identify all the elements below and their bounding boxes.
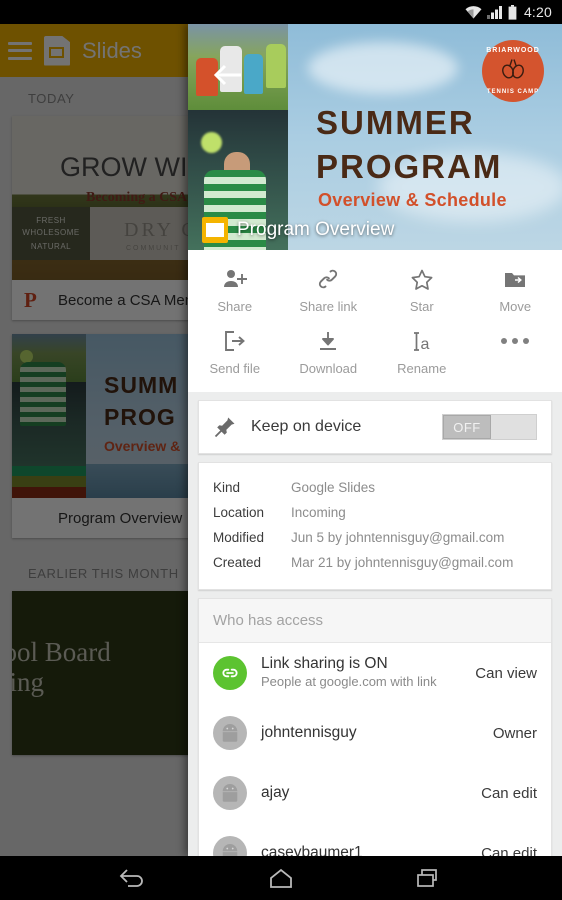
keep-on-device-label: Keep on device bbox=[251, 418, 362, 435]
action-label: Move bbox=[499, 299, 532, 314]
folder-move-icon bbox=[503, 266, 527, 292]
nav-back-icon[interactable] bbox=[110, 860, 156, 896]
nav-recents-icon[interactable] bbox=[406, 860, 452, 896]
star-button[interactable]: Star bbox=[375, 260, 469, 322]
avatar bbox=[213, 776, 247, 810]
pin-icon bbox=[213, 415, 243, 439]
navigation-bar bbox=[0, 856, 562, 900]
status-bar: 4:20 bbox=[0, 0, 562, 24]
detail-value: Google Slides bbox=[291, 480, 376, 495]
access-row-link-sharing[interactable]: Link sharing is ON People at google.com … bbox=[199, 643, 551, 703]
detail-key: Kind bbox=[213, 480, 241, 495]
action-label: Share link bbox=[299, 299, 358, 314]
access-role: Can edit bbox=[481, 844, 537, 857]
more-options-button[interactable] bbox=[469, 322, 562, 384]
crossed-rackets-icon bbox=[499, 58, 527, 85]
clock: 4:20 bbox=[523, 4, 552, 20]
file-preview-hero: BRIARWOOD TENNIS CAMP SUMMER PROGRAM Ove… bbox=[188, 24, 562, 250]
battery-icon bbox=[508, 4, 517, 20]
detail-key: Location bbox=[213, 505, 265, 520]
screen: Slides TODAY GROW WITH Becoming a CSA Me… bbox=[0, 0, 562, 900]
detail-row-modified: Modified Jun 5 by johntennisguy@gmail.co… bbox=[213, 525, 537, 550]
download-button[interactable]: Download bbox=[282, 322, 376, 384]
overflow-dots-icon bbox=[501, 328, 530, 354]
file-title-bar: Program Overview bbox=[188, 210, 562, 250]
send-file-button[interactable]: Send file bbox=[188, 322, 282, 384]
link-icon bbox=[316, 266, 340, 292]
share-button[interactable]: Share bbox=[188, 260, 282, 322]
keep-on-device-row[interactable]: Keep on device OFF bbox=[199, 401, 551, 453]
download-icon bbox=[316, 328, 340, 354]
action-label: Star bbox=[409, 299, 434, 314]
star-outline-icon bbox=[410, 266, 434, 292]
slide-title-line2: PROGRAM bbox=[316, 148, 503, 185]
detail-key: Modified bbox=[213, 530, 265, 545]
svg-text:a: a bbox=[420, 336, 429, 353]
toggle-state-label: OFF bbox=[443, 415, 491, 439]
action-grid-card: Share Share link Star Move Send file Dow… bbox=[188, 250, 562, 392]
who-has-access-header: Who has access bbox=[199, 599, 551, 643]
share-link-button[interactable]: Share link bbox=[282, 260, 376, 322]
action-label: Rename bbox=[397, 361, 447, 376]
access-role: Can edit bbox=[481, 784, 537, 802]
file-details-card: Kind Google Slides Location Incoming Mod… bbox=[198, 462, 552, 590]
detail-row-kind: Kind Google Slides bbox=[213, 475, 537, 500]
detail-key: Created bbox=[213, 555, 262, 570]
person-add-icon bbox=[222, 266, 248, 292]
briarwood-badge: BRIARWOOD TENNIS CAMP bbox=[482, 40, 544, 102]
avatar bbox=[213, 716, 247, 750]
detail-row-location: Location Incoming bbox=[213, 500, 537, 525]
send-file-icon bbox=[223, 328, 247, 354]
slides-file-icon bbox=[202, 217, 228, 243]
android-avatar-icon bbox=[222, 844, 238, 856]
nav-home-icon[interactable] bbox=[258, 860, 304, 896]
access-secondary: People at google.com with link bbox=[261, 674, 437, 689]
rename-text-icon: a bbox=[410, 328, 434, 354]
slide-title-line1: SUMMER bbox=[316, 104, 475, 141]
action-label: Share bbox=[217, 299, 253, 314]
wifi-icon bbox=[465, 5, 482, 19]
access-role: Can view bbox=[475, 664, 537, 682]
move-button[interactable]: Move bbox=[469, 260, 562, 322]
slide-subtitle: Overview & Schedule bbox=[318, 190, 507, 210]
signal-icon bbox=[486, 5, 503, 19]
access-primary: caseybaumer1 bbox=[261, 844, 363, 856]
access-primary: ajay bbox=[261, 784, 290, 801]
badge-bottom-text: TENNIS CAMP bbox=[486, 89, 540, 95]
android-avatar-icon bbox=[222, 784, 238, 803]
access-primary: Link sharing is ON bbox=[261, 655, 388, 672]
access-primary: johntennisguy bbox=[261, 724, 357, 741]
access-row-owner[interactable]: johntennisguy Owner bbox=[199, 703, 551, 763]
access-row-caseybaumer1[interactable]: caseybaumer1 Can edit bbox=[199, 823, 551, 856]
detail-row-created: Created Mar 21 by johntennisguy@gmail.co… bbox=[213, 550, 537, 575]
access-row-ajay[interactable]: ajay Can edit bbox=[199, 763, 551, 823]
badge-top-text: BRIARWOOD bbox=[486, 47, 540, 54]
who-has-access-card: Who has access Link sharing is ON People… bbox=[198, 598, 552, 856]
back-arrow-icon[interactable] bbox=[208, 58, 248, 92]
keep-on-device-card: Keep on device OFF bbox=[198, 400, 552, 454]
file-details-list: Kind Google Slides Location Incoming Mod… bbox=[199, 463, 551, 589]
link-sharing-icon bbox=[213, 656, 247, 690]
keep-on-device-toggle[interactable]: OFF bbox=[442, 414, 537, 440]
action-label: Download bbox=[299, 361, 358, 376]
rename-button[interactable]: a Rename bbox=[375, 322, 469, 384]
action-label: Send file bbox=[209, 361, 261, 376]
detail-value: Mar 21 by johntennisguy@gmail.com bbox=[291, 555, 514, 570]
action-grid: Share Share link Star Move Send file Dow… bbox=[188, 250, 562, 392]
android-avatar-icon bbox=[222, 724, 238, 743]
detail-value: Jun 5 by johntennisguy@gmail.com bbox=[291, 530, 505, 545]
detail-value: Incoming bbox=[291, 505, 346, 520]
file-details-panel: BRIARWOOD TENNIS CAMP SUMMER PROGRAM Ove… bbox=[188, 24, 562, 856]
avatar bbox=[213, 836, 247, 856]
access-role: Owner bbox=[492, 724, 537, 742]
file-title: Program Overview bbox=[237, 219, 395, 240]
